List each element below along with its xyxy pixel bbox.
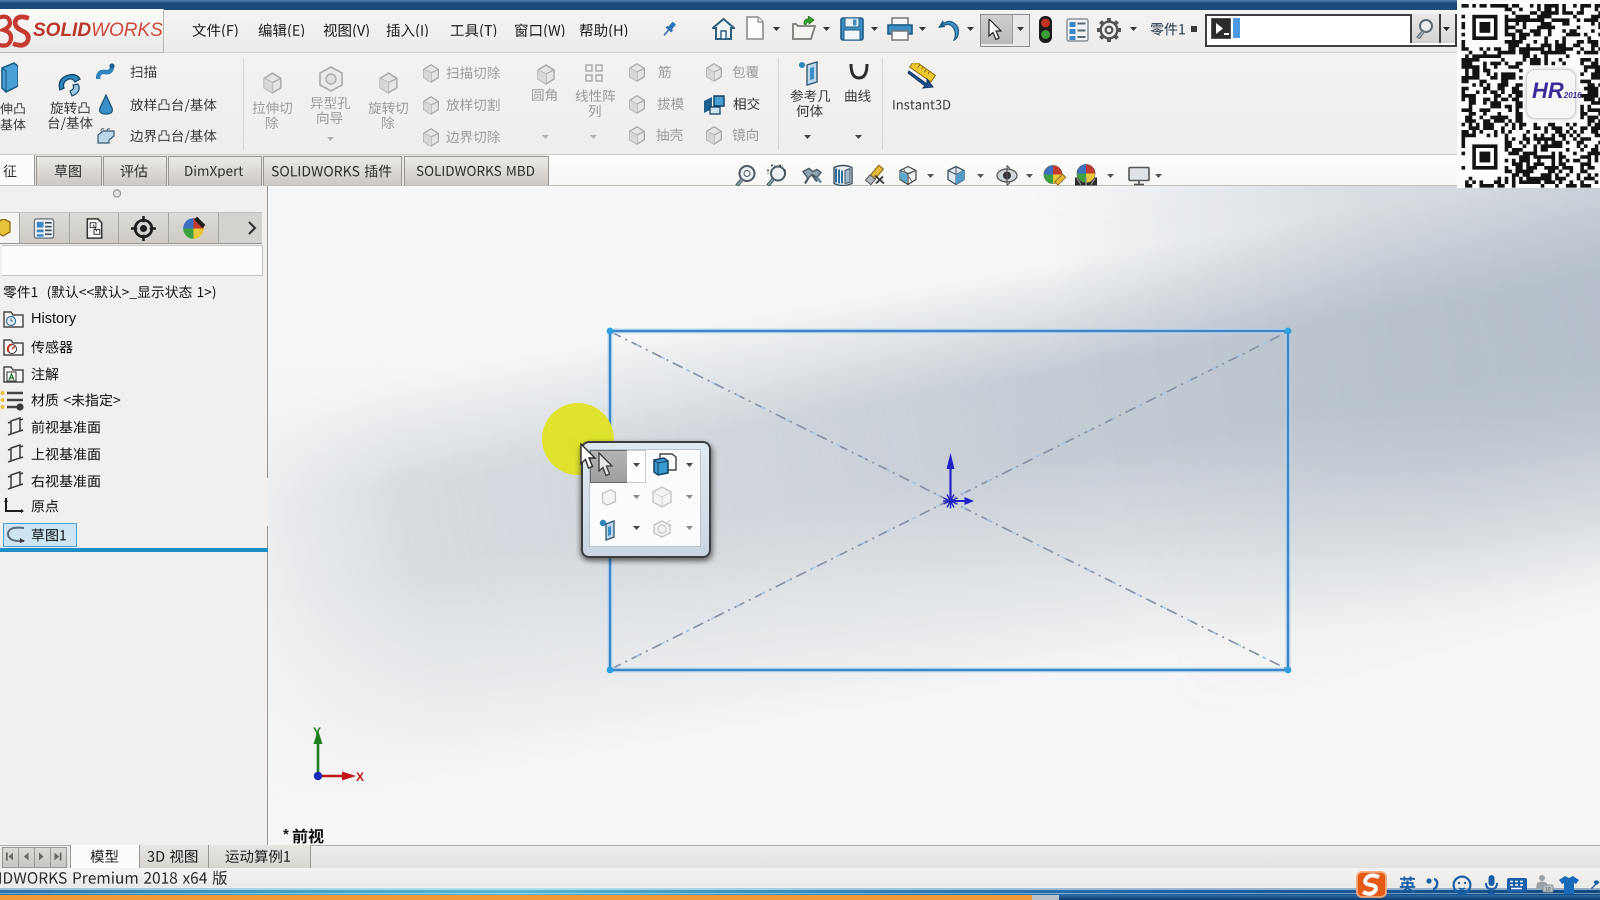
svg-text:10: 10	[1545, 887, 1551, 893]
